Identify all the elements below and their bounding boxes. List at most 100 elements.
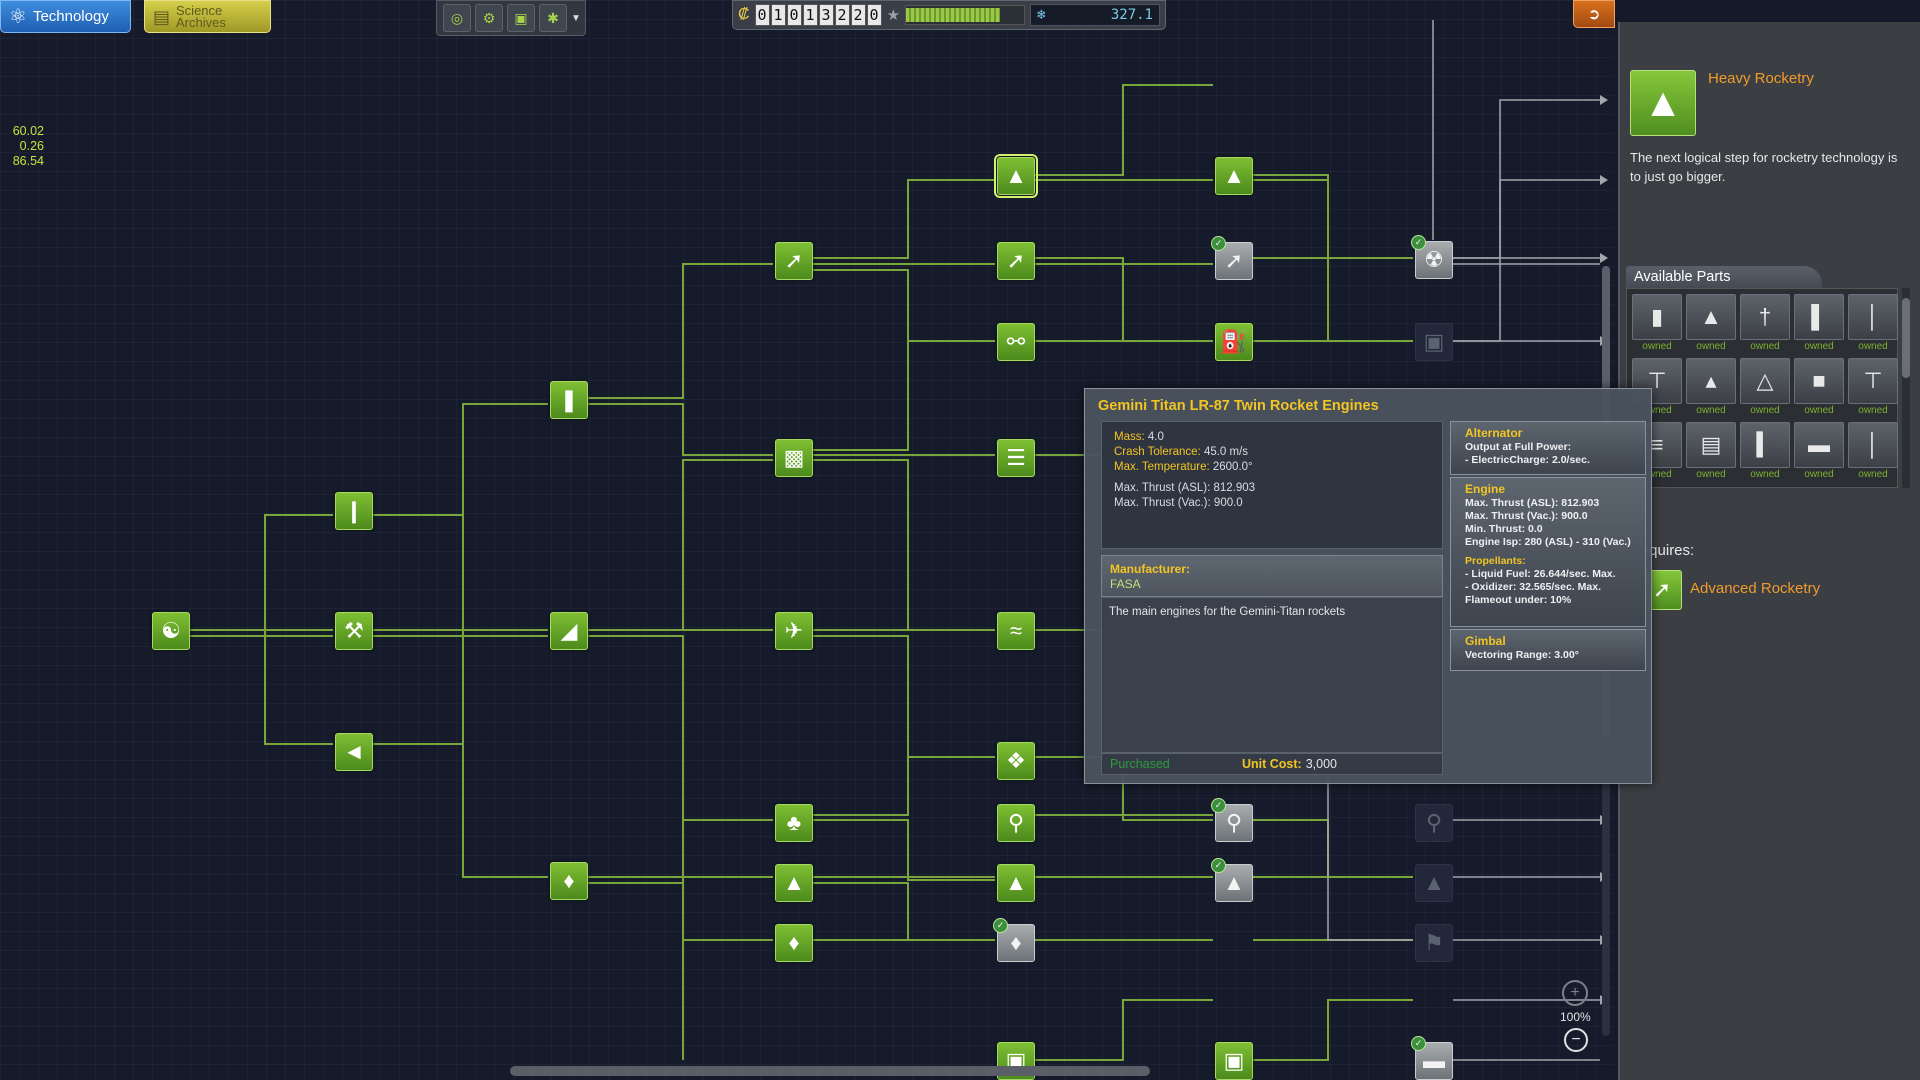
arm-icon: ⚑: [1424, 930, 1444, 955]
landing-leg-icon: ♣: [786, 810, 802, 835]
node-electrics[interactable]: ✓ ♦: [993, 918, 1035, 962]
part-title: Gemini Titan LR-87 Twin Rocket Engines: [1098, 398, 1379, 414]
part-slot[interactable]: ⊤ owned: [1848, 358, 1898, 418]
rod-part-icon: ▍: [1740, 422, 1790, 468]
fuel-line-icon: ⚯: [1006, 329, 1026, 354]
funds-icon: ₡: [738, 6, 750, 23]
science-value: 327.1: [1110, 7, 1153, 23]
manufacturer-box: Manufacturer: FASA: [1101, 555, 1443, 597]
stat-value: 4.0: [1147, 431, 1164, 443]
reputation-fill: [906, 8, 1001, 22]
parts-scrollbar-thumb[interactable]: [1902, 298, 1910, 378]
node-basic-science[interactable]: ♦: [550, 862, 588, 900]
part-slot[interactable]: ▮ owned: [1632, 294, 1682, 354]
antenna-icon: ⚲: [1007, 810, 1025, 835]
disc-part-icon: ▬: [1794, 422, 1844, 468]
beam-icon: ▬: [1423, 1048, 1445, 1073]
adapter-part-icon: ▲: [1686, 294, 1736, 340]
node-advanced-fuel-systems[interactable]: ⛽: [1215, 323, 1253, 361]
node-survivability[interactable]: ◄: [335, 733, 373, 771]
stat-value: 812.903: [1213, 482, 1256, 494]
module-title: Engine: [1465, 482, 1506, 496]
chevron-down-icon[interactable]: ▼: [571, 13, 581, 24]
archive-icon: ▤: [153, 6, 171, 27]
capsule-part-icon: ▮: [1632, 294, 1682, 340]
node-aviation[interactable]: ✈: [775, 612, 813, 650]
antenna-part-icon: │: [1848, 422, 1898, 468]
stat-key: Max. Thrust (ASL):: [1114, 482, 1211, 494]
node-aerodynamics[interactable]: ≈: [997, 612, 1035, 650]
winglet-icon: ◢: [560, 618, 578, 643]
science-icon: ❄: [1037, 7, 1046, 23]
node-start[interactable]: ☯: [152, 612, 190, 650]
resource-bar: ₡ 0 1 0 1 3 2 2 0 ★ ❄ 327.1: [732, 0, 1166, 30]
node-heavy-rocketry[interactable]: ▲: [994, 154, 1038, 198]
science-report-icon[interactable]: ⚙: [475, 4, 503, 32]
node-heavier-rocketry[interactable]: ▲: [1215, 157, 1253, 195]
part-slot[interactable]: ▤ owned: [1686, 422, 1736, 482]
parts-scrollbar[interactable]: [1902, 288, 1910, 488]
funds-digit: 1: [770, 4, 786, 26]
node-landing[interactable]: ♣: [775, 804, 813, 842]
node-command-modules[interactable]: ⚲: [997, 804, 1035, 842]
node-propulsion-systems[interactable]: ✓ ➚: [1211, 236, 1253, 280]
part-slot[interactable]: † owned: [1740, 294, 1790, 354]
node-general-construction[interactable]: ▩: [775, 439, 813, 477]
part-slot[interactable]: ▴ owned: [1686, 358, 1736, 418]
start-icon: ☯: [161, 618, 181, 643]
exit-button[interactable]: ➲: [1573, 0, 1615, 28]
part-slot[interactable]: △ owned: [1740, 358, 1790, 418]
node-heavier-rocketry-2[interactable]: ➚: [997, 242, 1035, 280]
node-locked-4[interactable]: ⚑: [1415, 924, 1453, 962]
node-lower-2[interactable]: ▣: [1215, 1042, 1253, 1080]
node-specialized-control[interactable]: ✓ ▲: [1211, 858, 1253, 902]
contracts-icon[interactable]: ▣: [507, 4, 535, 32]
settings-gear-icon[interactable]: ✱: [539, 4, 567, 32]
unit-cost-label: Unit Cost:: [1242, 757, 1302, 771]
coord-line-2: 0.26: [19, 139, 44, 153]
node-advanced-rocketry[interactable]: ➚: [775, 242, 813, 280]
node-locked-3[interactable]: ▲: [1415, 864, 1453, 902]
part-slot[interactable]: │ owned: [1848, 422, 1898, 482]
tab-technology[interactable]: ⚛ Technology: [0, 0, 131, 33]
node-stability[interactable]: ◢: [550, 612, 588, 650]
node-advanced-landing[interactable]: ❖: [997, 742, 1035, 780]
node-nuclear-propulsion[interactable]: ✓ ☢: [1411, 235, 1453, 279]
part-slot[interactable]: ■ owned: [1794, 358, 1844, 418]
node-locked-2[interactable]: ⚲: [1415, 804, 1453, 842]
node-science-tech[interactable]: ♦: [775, 924, 813, 962]
funds-counter: 0 1 0 1 3 2 2 0: [754, 4, 882, 26]
horizontal-scrollbar[interactable]: [510, 1066, 1150, 1076]
part-slot[interactable]: │ owned: [1848, 294, 1898, 354]
node-flight-control[interactable]: ▲: [775, 864, 813, 902]
node-basic-rocketry[interactable]: ❙: [335, 492, 373, 530]
node-locked-1[interactable]: ▣: [1415, 323, 1453, 361]
part-slot[interactable]: ▲ owned: [1686, 294, 1736, 354]
node-engineering-101[interactable]: ⚒: [335, 612, 373, 650]
part-slot[interactable]: ▬ owned: [1794, 422, 1844, 482]
atom-icon: ⚛: [9, 6, 27, 28]
node-advanced-electrics[interactable]: ✓ ⚲: [1211, 798, 1253, 842]
stat-row: Mass: 4.0: [1114, 430, 1430, 445]
part-slot[interactable]: ▌ owned: [1794, 294, 1844, 354]
engine-part-icon: †: [1740, 294, 1790, 340]
wrench-icon: ⚒: [344, 618, 364, 643]
module-line: Engine Isp: 280 (ASL) - 310 (Vac.): [1465, 536, 1631, 548]
node-general-rocketry[interactable]: ❚: [550, 381, 588, 419]
partial-badge-icon: ✓: [1211, 236, 1226, 251]
node-advanced-construction[interactable]: ☰: [997, 439, 1035, 477]
node-locked-5[interactable]: ✓ ▬: [1411, 1036, 1453, 1080]
container-part-icon: ■: [1794, 358, 1844, 404]
node-fuel-systems[interactable]: ⚯: [997, 323, 1035, 361]
zoom-out-icon[interactable]: −: [1564, 1028, 1588, 1052]
zoom-in-icon[interactable]: +: [1562, 980, 1588, 1006]
unit-cost-value: 3,000: [1305, 757, 1337, 771]
part-slot[interactable]: ▍ owned: [1740, 422, 1790, 482]
stat-value: 45.0 m/s: [1203, 446, 1249, 458]
pod-grey-icon: ▲: [1223, 870, 1245, 895]
tab-science-archives[interactable]: ▤ Science Archives: [144, 0, 271, 33]
requires-node-name[interactable]: Advanced Rocketry: [1690, 580, 1820, 597]
globe-icon[interactable]: ◎: [443, 4, 471, 32]
module-line: Max. Thrust (ASL): 812.903: [1465, 497, 1600, 509]
node-advanced-flight-control[interactable]: ▲: [997, 864, 1035, 902]
